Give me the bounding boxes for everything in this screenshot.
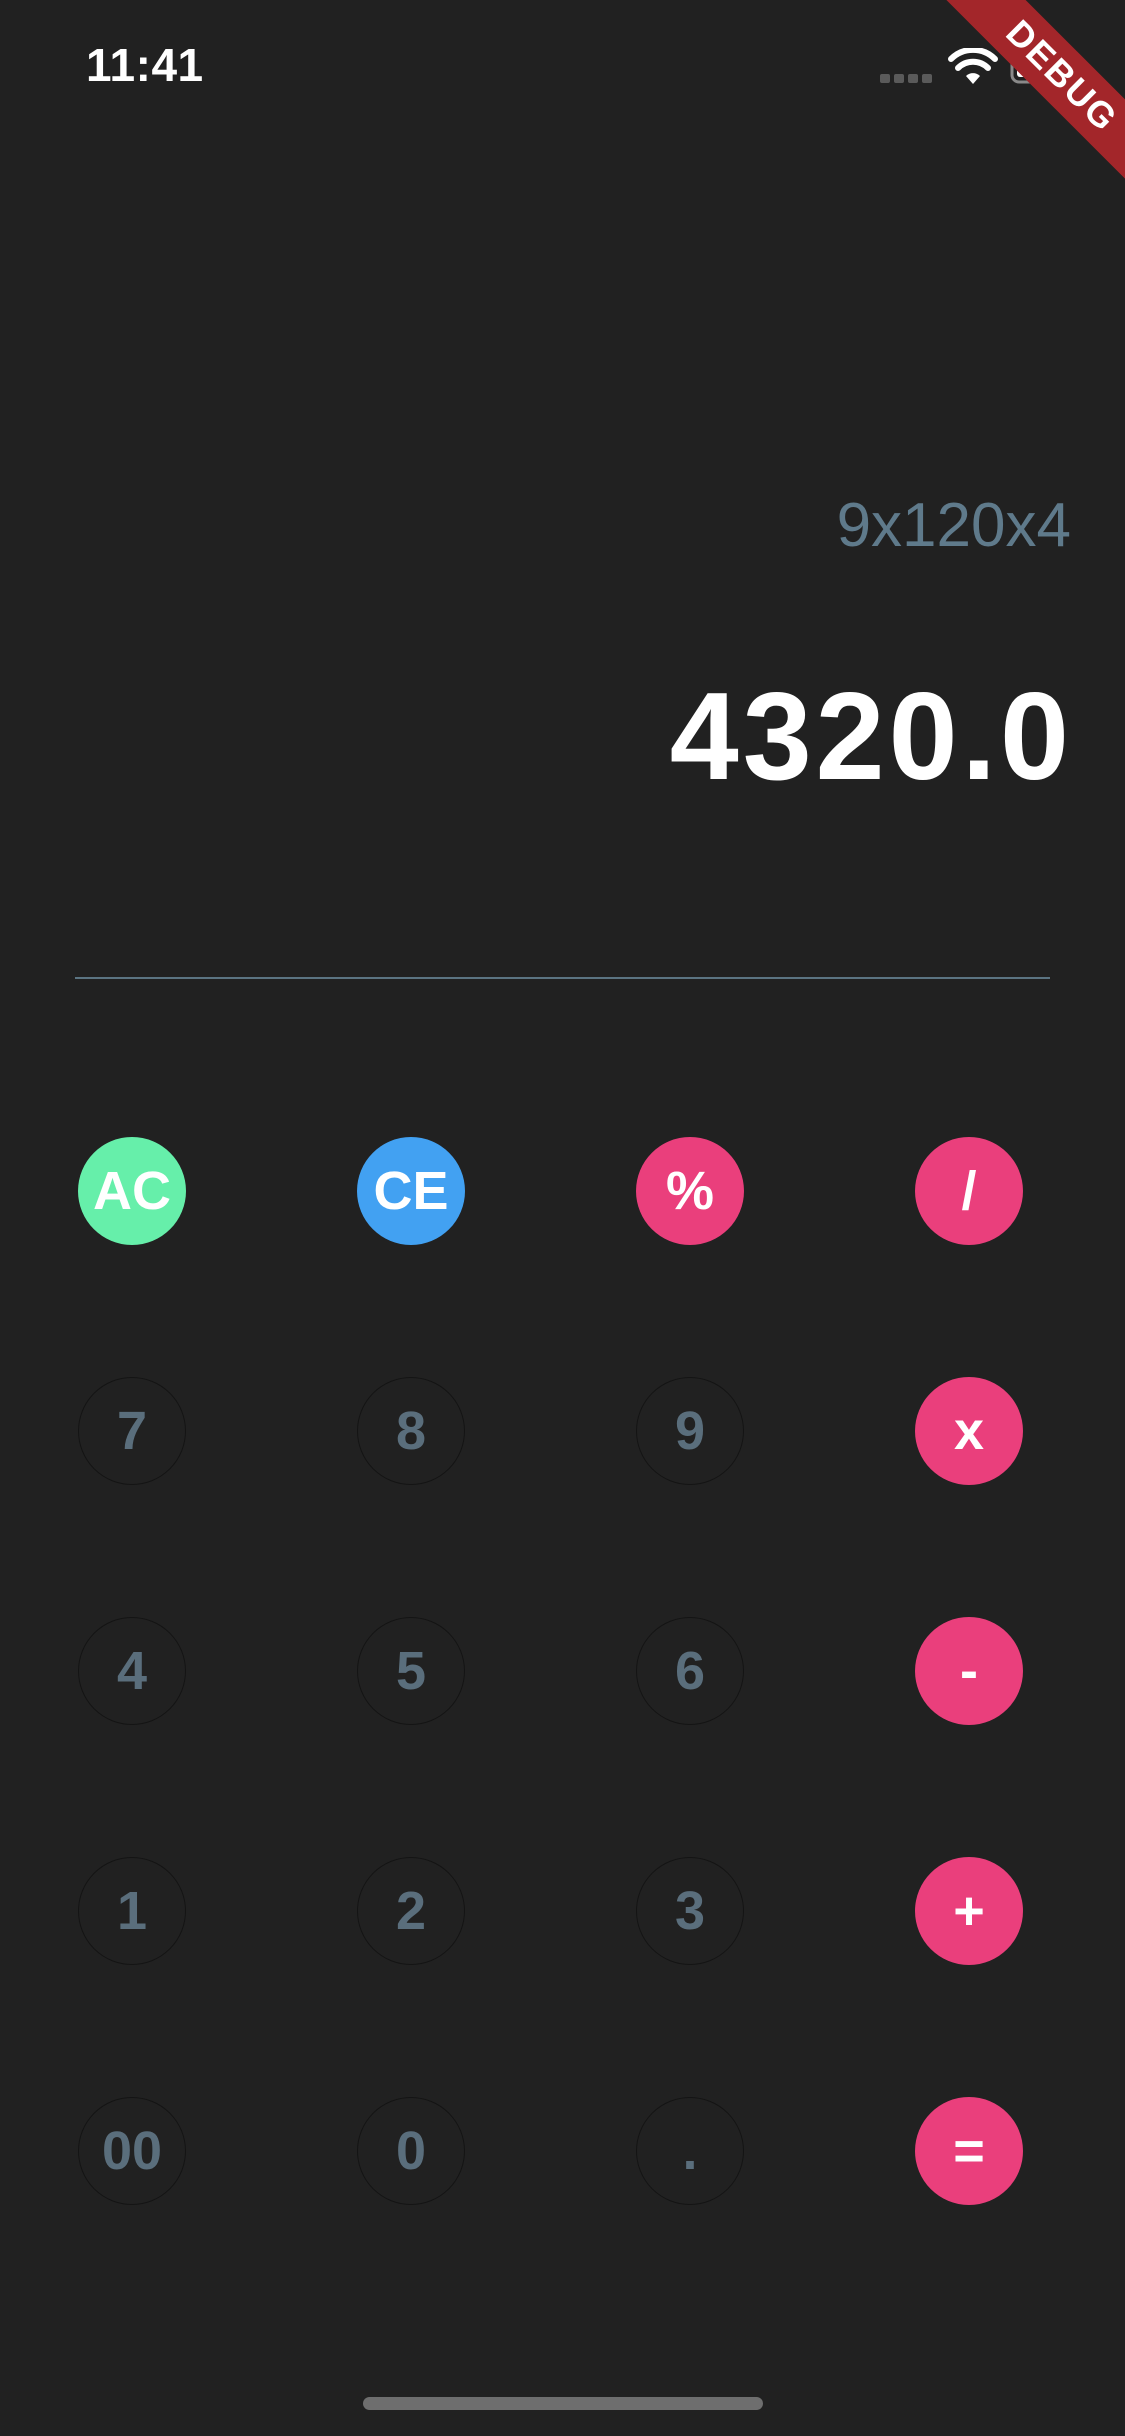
multiply-button[interactable]: x bbox=[915, 1377, 1023, 1485]
clear-entry-button[interactable]: CE bbox=[357, 1137, 465, 1245]
digit-5-button[interactable]: 5 bbox=[357, 1617, 465, 1725]
digit-7-button[interactable]: 7 bbox=[78, 1377, 186, 1485]
keypad: AC CE % / 7 8 9 x 4 5 6 - 1 2 3 + 00 0 .… bbox=[0, 0, 1125, 2436]
digit-4-button[interactable]: 4 bbox=[78, 1617, 186, 1725]
digit-3-button[interactable]: 3 bbox=[636, 1857, 744, 1965]
add-button[interactable]: + bbox=[915, 1857, 1023, 1965]
digit-9-button[interactable]: 9 bbox=[636, 1377, 744, 1485]
all-clear-button[interactable]: AC bbox=[78, 1137, 186, 1245]
percent-button[interactable]: % bbox=[636, 1137, 744, 1245]
calculator-screen: 11:41 DEBUG 9x120x4 4320.0 AC CE % / 7 8… bbox=[0, 0, 1125, 2436]
digit-0-button[interactable]: 0 bbox=[357, 2097, 465, 2205]
subtract-button[interactable]: - bbox=[915, 1617, 1023, 1725]
home-indicator[interactable] bbox=[363, 2397, 763, 2410]
decimal-point-button[interactable]: . bbox=[636, 2097, 744, 2205]
double-zero-button[interactable]: 00 bbox=[78, 2097, 186, 2205]
divide-button[interactable]: / bbox=[915, 1137, 1023, 1245]
digit-8-button[interactable]: 8 bbox=[357, 1377, 465, 1485]
equals-button[interactable]: = bbox=[915, 2097, 1023, 2205]
digit-1-button[interactable]: 1 bbox=[78, 1857, 186, 1965]
digit-6-button[interactable]: 6 bbox=[636, 1617, 744, 1725]
digit-2-button[interactable]: 2 bbox=[357, 1857, 465, 1965]
